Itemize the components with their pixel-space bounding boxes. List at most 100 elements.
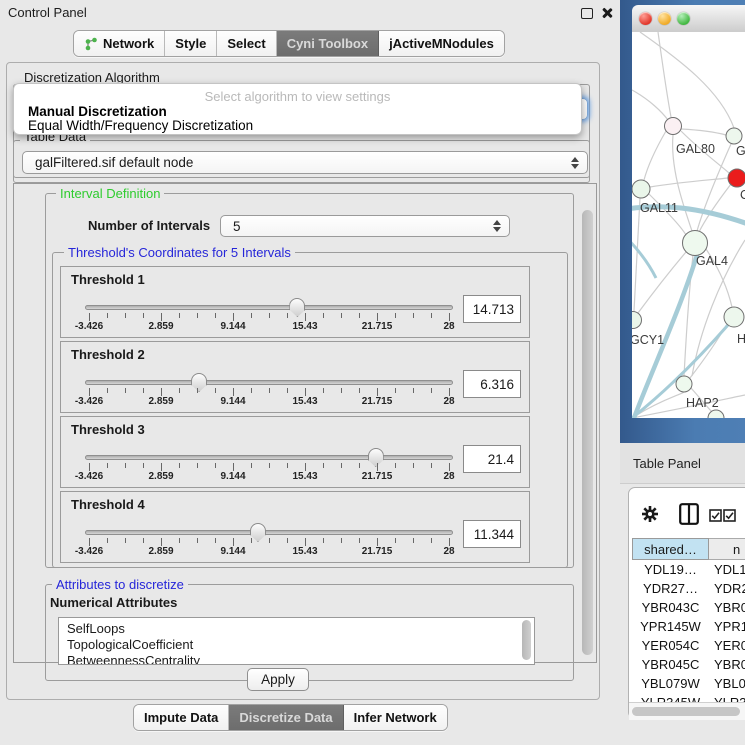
slider-tick (413, 463, 414, 468)
network-node-label: GA (736, 144, 745, 158)
slider-tick (215, 313, 216, 318)
traffic-red-icon[interactable] (639, 12, 652, 25)
slider-scale-label: 15.43 (292, 321, 317, 332)
slider-tick (377, 463, 378, 471)
algorithm-popup: Select algorithm to view settings Manual… (13, 83, 582, 135)
network-node-c[interactable] (728, 169, 745, 187)
threshold-value-field[interactable]: 6.316 (463, 370, 521, 398)
attribute-list-item[interactable]: TopologicalCoefficient (59, 637, 534, 653)
column-header-shared-name[interactable]: shared… (632, 538, 709, 560)
slider-tick (107, 388, 108, 393)
slider-scale-label: 21.715 (362, 546, 393, 557)
table-row[interactable]: YPR145WYPR1 (632, 617, 745, 636)
slider-tick (233, 313, 234, 321)
algorithm-option-equal-width[interactable]: Equal Width/Frequency Discretization (28, 118, 253, 133)
threshold-value-field[interactable]: 14.713 (463, 295, 521, 323)
slider-tick (449, 463, 450, 471)
slider-tick (359, 538, 360, 543)
network-node-hap2[interactable] (676, 376, 692, 392)
table-row[interactable]: YLR345WYLR3 (632, 693, 745, 702)
slider-tick (287, 538, 288, 543)
bottom-tab-impute-data[interactable]: Impute Data (134, 705, 229, 730)
slider-tick (197, 388, 198, 393)
cell-name: YBR0 (709, 598, 745, 617)
table-data-combobox[interactable]: galFiltered.sif default node (22, 151, 588, 174)
traffic-green-icon[interactable] (677, 12, 690, 25)
vertical-scrollbar[interactable] (582, 210, 593, 655)
list-scrollbar[interactable] (522, 620, 531, 660)
app-root: Control Panel NetworkStyleSelectCyni Too… (0, 0, 745, 745)
slider-track[interactable] (85, 380, 453, 385)
slider-tick (413, 388, 414, 393)
bottom-tab-bar: Impute DataDiscretize DataInfer Network (133, 704, 448, 731)
threshold-value-field[interactable]: 11.344 (463, 520, 521, 548)
network-canvas[interactable]: GAL80GACGAL11GAL4GCY1HHAP2 (632, 32, 745, 418)
slider-tick (431, 313, 432, 318)
float-icon[interactable] (581, 8, 593, 19)
slider-tick (197, 538, 198, 543)
tab-style[interactable]: Style (165, 31, 217, 56)
tab-select[interactable]: Select (217, 31, 276, 56)
table-row[interactable]: YDL19…YDL1 (632, 560, 745, 579)
slider-tick (449, 388, 450, 396)
tab-network[interactable]: Network (74, 31, 165, 56)
network-icon (84, 37, 98, 51)
bottom-tab-infer-network[interactable]: Infer Network (344, 705, 447, 730)
slider-track[interactable] (85, 530, 453, 535)
table-row[interactable]: YBL079WYBL0 (632, 674, 745, 693)
table-row[interactable]: YER054CYER0 (632, 636, 745, 655)
table-row[interactable]: YBR043CYBR0 (632, 598, 745, 617)
slider-scale-label: 2.859 (148, 471, 173, 482)
number-of-intervals-combobox[interactable]: 5 (220, 215, 510, 237)
slider-track[interactable] (85, 305, 453, 310)
algorithm-option-manual[interactable]: Manual Discretization (28, 104, 167, 119)
slider-tick (395, 388, 396, 393)
column-header-name[interactable]: n (709, 538, 745, 560)
slider-thumb[interactable] (368, 448, 384, 467)
apply-button[interactable]: Apply (247, 668, 309, 691)
threshold-panel-4: Threshold 4-3.4262.8599.14415.4321.71528… (60, 491, 530, 563)
gear-icon[interactable] (641, 505, 659, 523)
network-node-gcy1[interactable] (632, 312, 642, 329)
table-row[interactable]: YBR045CYBR0 (632, 655, 745, 674)
cell-name: YER0 (709, 636, 745, 655)
traffic-yellow-icon[interactable] (658, 12, 671, 25)
network-node-h[interactable] (724, 307, 744, 327)
network-node-ga[interactable] (726, 128, 742, 144)
slider-tick (143, 538, 144, 543)
slider-thumb[interactable] (191, 373, 207, 392)
slider-scale-label: -3.426 (75, 396, 103, 407)
attribute-list-item[interactable]: SelfLoops (59, 621, 534, 637)
slider-tick (359, 388, 360, 393)
slider-scale-label: 21.715 (362, 471, 393, 482)
tab-jactivemnodules[interactable]: jActiveMNodules (379, 31, 504, 56)
slider-tick (161, 463, 162, 471)
slider-tick (305, 313, 306, 321)
slider-thumb[interactable] (250, 523, 266, 542)
cell-name: YPR1 (709, 617, 745, 636)
horizontal-scrollbar[interactable] (629, 702, 745, 720)
slider-scale-label: -3.426 (75, 321, 103, 332)
threshold-value-field[interactable]: 21.4 (463, 445, 521, 473)
checkbox-checked-icon[interactable] (723, 509, 736, 522)
network-node[interactable] (708, 410, 724, 418)
numerical-attributes-list[interactable]: SelfLoopsTopologicalCoefficientBetweenne… (58, 617, 535, 665)
network-node-gal80[interactable] (665, 118, 682, 135)
top-tab-bar: NetworkStyleSelectCyni ToolboxjActiveMNo… (73, 30, 505, 57)
number-of-intervals-label: Number of Intervals (88, 218, 210, 233)
threshold-panel-3: Threshold 3-3.4262.8599.14415.4321.71528… (60, 416, 530, 488)
close-icon[interactable] (601, 7, 613, 19)
network-node-gal4[interactable] (683, 231, 708, 256)
network-window-titlebar[interactable] (632, 5, 745, 33)
cell-shared-name: YPR145W (632, 617, 709, 636)
checkbox-checked-icon[interactable] (709, 509, 722, 522)
slider-thumb[interactable] (289, 298, 305, 317)
attribute-list-item[interactable]: BetweennessCentrality (59, 653, 534, 665)
column-view-icon[interactable] (679, 503, 699, 525)
slider-track[interactable] (85, 455, 453, 460)
bottom-tab-discretize-data[interactable]: Discretize Data (229, 705, 343, 730)
tab-cyni-toolbox[interactable]: Cyni Toolbox (277, 31, 379, 56)
slider-tick (251, 463, 252, 468)
table-row[interactable]: YDR27…YDR2 (632, 579, 745, 598)
network-node-gal11[interactable] (632, 180, 650, 198)
